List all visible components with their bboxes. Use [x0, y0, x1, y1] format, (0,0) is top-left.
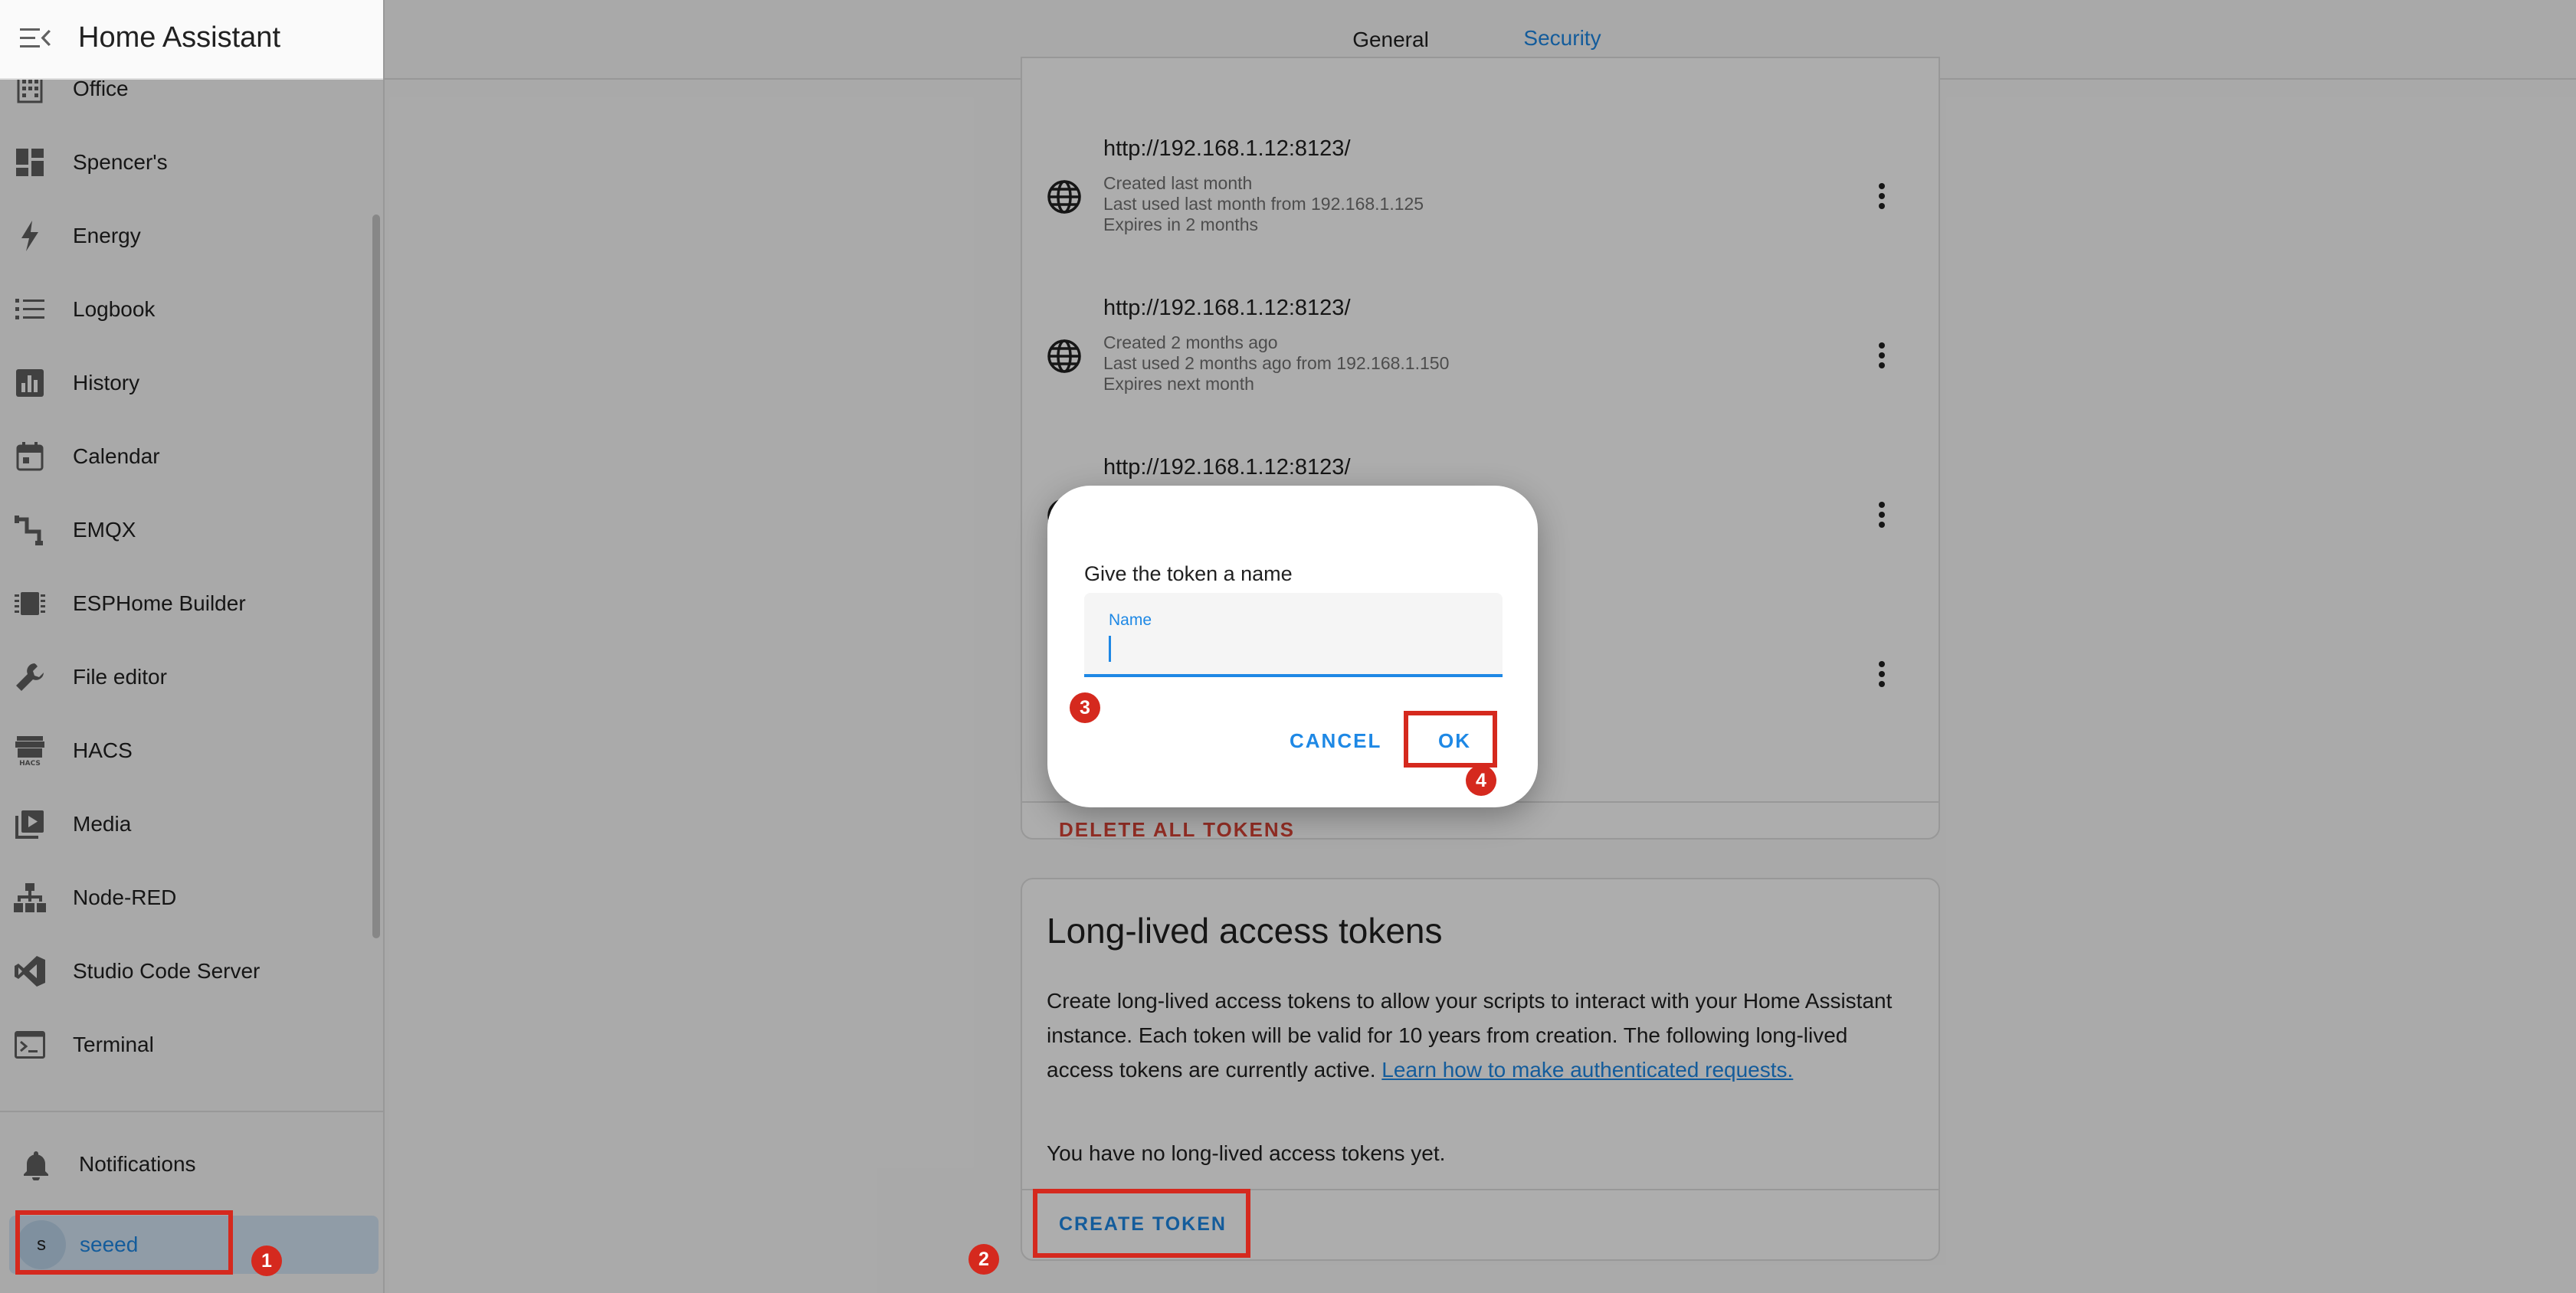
name-field-label: Name: [1109, 611, 1152, 629]
step-badge-2: 2: [968, 1244, 999, 1275]
highlight-box-create-token: [1033, 1189, 1250, 1258]
menu-toggle-button[interactable]: [17, 21, 54, 58]
app-title: Home Assistant: [78, 21, 280, 54]
sidebar-header: Home Assistant: [0, 0, 383, 80]
cancel-button[interactable]: CANCEL: [1290, 729, 1381, 753]
menu-open-icon: [20, 27, 51, 54]
highlight-box-profile: [15, 1210, 233, 1275]
text-cursor: [1109, 636, 1111, 662]
dialog-prompt: Give the token a name: [1084, 562, 1293, 585]
step-badge-4: 4: [1466, 765, 1496, 796]
highlight-box-ok: [1404, 711, 1497, 768]
step-badge-1: 1: [251, 1246, 282, 1276]
token-name-input[interactable]: Name: [1084, 593, 1503, 677]
step-badge-3: 3: [1070, 692, 1100, 723]
